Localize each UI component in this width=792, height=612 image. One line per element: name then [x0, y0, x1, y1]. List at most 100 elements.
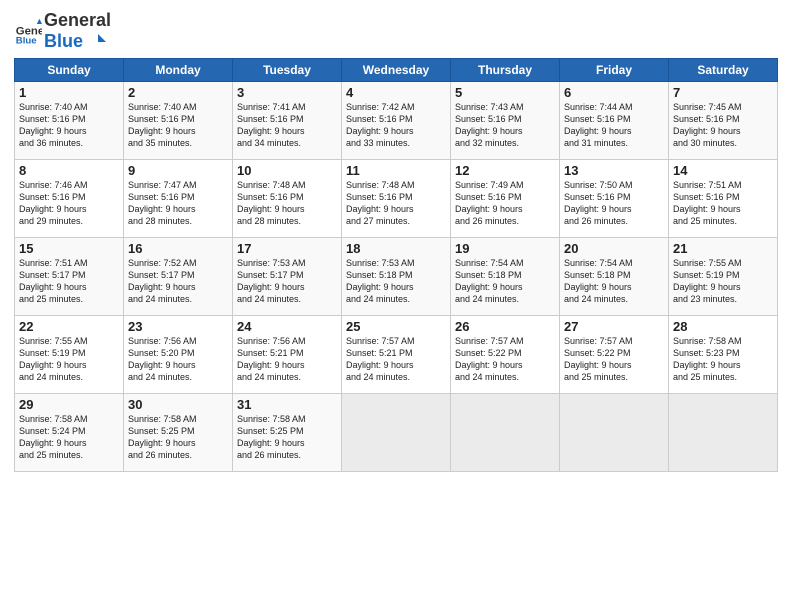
day-info: Sunrise: 7:47 AM Sunset: 5:16 PM Dayligh… — [128, 179, 228, 228]
day-info: Sunrise: 7:53 AM Sunset: 5:17 PM Dayligh… — [237, 257, 337, 306]
day-info: Sunrise: 7:48 AM Sunset: 5:16 PM Dayligh… — [237, 179, 337, 228]
calendar-cell: 30Sunrise: 7:58 AM Sunset: 5:25 PM Dayli… — [124, 394, 233, 472]
calendar-cell: 21Sunrise: 7:55 AM Sunset: 5:19 PM Dayli… — [669, 238, 778, 316]
calendar-cell: 4Sunrise: 7:42 AM Sunset: 5:16 PM Daylig… — [342, 82, 451, 160]
svg-text:Blue: Blue — [16, 35, 37, 45]
day-info: Sunrise: 7:40 AM Sunset: 5:16 PM Dayligh… — [19, 101, 119, 150]
calendar-cell: 7Sunrise: 7:45 AM Sunset: 5:16 PM Daylig… — [669, 82, 778, 160]
day-number: 2 — [128, 85, 228, 100]
day-number: 5 — [455, 85, 555, 100]
calendar-cell: 5Sunrise: 7:43 AM Sunset: 5:16 PM Daylig… — [451, 82, 560, 160]
day-number: 16 — [128, 241, 228, 256]
day-number: 3 — [237, 85, 337, 100]
day-number: 30 — [128, 397, 228, 412]
day-number: 13 — [564, 163, 664, 178]
weekday-header-row: SundayMondayTuesdayWednesdayThursdayFrid… — [15, 59, 778, 82]
day-info: Sunrise: 7:52 AM Sunset: 5:17 PM Dayligh… — [128, 257, 228, 306]
weekday-header-tuesday: Tuesday — [233, 59, 342, 82]
calendar-cell: 27Sunrise: 7:57 AM Sunset: 5:22 PM Dayli… — [560, 316, 669, 394]
day-number: 31 — [237, 397, 337, 412]
calendar-cell: 12Sunrise: 7:49 AM Sunset: 5:16 PM Dayli… — [451, 160, 560, 238]
day-info: Sunrise: 7:54 AM Sunset: 5:18 PM Dayligh… — [455, 257, 555, 306]
day-info: Sunrise: 7:54 AM Sunset: 5:18 PM Dayligh… — [564, 257, 664, 306]
calendar-week-4: 22Sunrise: 7:55 AM Sunset: 5:19 PM Dayli… — [15, 316, 778, 394]
logo-general-text: General — [44, 10, 111, 30]
logo-blue-text: Blue — [44, 31, 83, 51]
calendar-week-5: 29Sunrise: 7:58 AM Sunset: 5:24 PM Dayli… — [15, 394, 778, 472]
day-info: Sunrise: 7:56 AM Sunset: 5:21 PM Dayligh… — [237, 335, 337, 384]
day-number: 14 — [673, 163, 773, 178]
calendar-cell: 11Sunrise: 7:48 AM Sunset: 5:16 PM Dayli… — [342, 160, 451, 238]
calendar-cell: 19Sunrise: 7:54 AM Sunset: 5:18 PM Dayli… — [451, 238, 560, 316]
day-info: Sunrise: 7:55 AM Sunset: 5:19 PM Dayligh… — [673, 257, 773, 306]
calendar-cell: 10Sunrise: 7:48 AM Sunset: 5:16 PM Dayli… — [233, 160, 342, 238]
header-row: General Blue General Blue — [14, 10, 778, 52]
day-number: 26 — [455, 319, 555, 334]
calendar-cell: 28Sunrise: 7:58 AM Sunset: 5:23 PM Dayli… — [669, 316, 778, 394]
weekday-header-saturday: Saturday — [669, 59, 778, 82]
weekday-header-sunday: Sunday — [15, 59, 124, 82]
calendar-cell: 22Sunrise: 7:55 AM Sunset: 5:19 PM Dayli… — [15, 316, 124, 394]
calendar-cell: 24Sunrise: 7:56 AM Sunset: 5:21 PM Dayli… — [233, 316, 342, 394]
weekday-header-friday: Friday — [560, 59, 669, 82]
calendar-cell: 18Sunrise: 7:53 AM Sunset: 5:18 PM Dayli… — [342, 238, 451, 316]
day-info: Sunrise: 7:51 AM Sunset: 5:16 PM Dayligh… — [673, 179, 773, 228]
day-info: Sunrise: 7:58 AM Sunset: 5:25 PM Dayligh… — [128, 413, 228, 462]
day-info: Sunrise: 7:41 AM Sunset: 5:16 PM Dayligh… — [237, 101, 337, 150]
calendar-cell — [451, 394, 560, 472]
day-info: Sunrise: 7:53 AM Sunset: 5:18 PM Dayligh… — [346, 257, 446, 306]
calendar-cell: 15Sunrise: 7:51 AM Sunset: 5:17 PM Dayli… — [15, 238, 124, 316]
day-number: 23 — [128, 319, 228, 334]
day-number: 27 — [564, 319, 664, 334]
day-info: Sunrise: 7:42 AM Sunset: 5:16 PM Dayligh… — [346, 101, 446, 150]
calendar-cell: 1Sunrise: 7:40 AM Sunset: 5:16 PM Daylig… — [15, 82, 124, 160]
day-number: 15 — [19, 241, 119, 256]
weekday-header-monday: Monday — [124, 59, 233, 82]
day-number: 1 — [19, 85, 119, 100]
day-info: Sunrise: 7:56 AM Sunset: 5:20 PM Dayligh… — [128, 335, 228, 384]
day-info: Sunrise: 7:49 AM Sunset: 5:16 PM Dayligh… — [455, 179, 555, 228]
day-number: 25 — [346, 319, 446, 334]
day-info: Sunrise: 7:45 AM Sunset: 5:16 PM Dayligh… — [673, 101, 773, 150]
calendar-cell: 16Sunrise: 7:52 AM Sunset: 5:17 PM Dayli… — [124, 238, 233, 316]
calendar-cell: 20Sunrise: 7:54 AM Sunset: 5:18 PM Dayli… — [560, 238, 669, 316]
day-number: 17 — [237, 241, 337, 256]
day-number: 10 — [237, 163, 337, 178]
calendar-cell: 31Sunrise: 7:58 AM Sunset: 5:25 PM Dayli… — [233, 394, 342, 472]
logo: General Blue General Blue — [14, 10, 111, 52]
calendar-cell: 25Sunrise: 7:57 AM Sunset: 5:21 PM Dayli… — [342, 316, 451, 394]
day-info: Sunrise: 7:43 AM Sunset: 5:16 PM Dayligh… — [455, 101, 555, 150]
logo-icon: General Blue — [14, 17, 42, 45]
calendar-week-2: 8Sunrise: 7:46 AM Sunset: 5:16 PM Daylig… — [15, 160, 778, 238]
day-info: Sunrise: 7:55 AM Sunset: 5:19 PM Dayligh… — [19, 335, 119, 384]
day-number: 18 — [346, 241, 446, 256]
day-number: 6 — [564, 85, 664, 100]
day-number: 21 — [673, 241, 773, 256]
calendar-cell — [342, 394, 451, 472]
calendar-cell: 13Sunrise: 7:50 AM Sunset: 5:16 PM Dayli… — [560, 160, 669, 238]
calendar-cell: 9Sunrise: 7:47 AM Sunset: 5:16 PM Daylig… — [124, 160, 233, 238]
weekday-header-thursday: Thursday — [451, 59, 560, 82]
calendar-cell: 3Sunrise: 7:41 AM Sunset: 5:16 PM Daylig… — [233, 82, 342, 160]
calendar-cell: 29Sunrise: 7:58 AM Sunset: 5:24 PM Dayli… — [15, 394, 124, 472]
calendar-cell: 23Sunrise: 7:56 AM Sunset: 5:20 PM Dayli… — [124, 316, 233, 394]
calendar-cell: 6Sunrise: 7:44 AM Sunset: 5:16 PM Daylig… — [560, 82, 669, 160]
day-info: Sunrise: 7:44 AM Sunset: 5:16 PM Dayligh… — [564, 101, 664, 150]
day-number: 7 — [673, 85, 773, 100]
calendar-cell: 2Sunrise: 7:40 AM Sunset: 5:16 PM Daylig… — [124, 82, 233, 160]
day-number: 19 — [455, 241, 555, 256]
weekday-header-wednesday: Wednesday — [342, 59, 451, 82]
calendar-cell: 17Sunrise: 7:53 AM Sunset: 5:17 PM Dayli… — [233, 238, 342, 316]
page-container: General Blue General Blue SundayMondayTu… — [0, 0, 792, 480]
day-number: 8 — [19, 163, 119, 178]
day-info: Sunrise: 7:57 AM Sunset: 5:22 PM Dayligh… — [455, 335, 555, 384]
calendar-table: SundayMondayTuesdayWednesdayThursdayFrid… — [14, 58, 778, 472]
day-info: Sunrise: 7:58 AM Sunset: 5:25 PM Dayligh… — [237, 413, 337, 462]
day-number: 9 — [128, 163, 228, 178]
day-number: 22 — [19, 319, 119, 334]
logo-flag-icon — [90, 34, 106, 50]
day-number: 12 — [455, 163, 555, 178]
day-info: Sunrise: 7:58 AM Sunset: 5:24 PM Dayligh… — [19, 413, 119, 462]
day-info: Sunrise: 7:40 AM Sunset: 5:16 PM Dayligh… — [128, 101, 228, 150]
calendar-week-1: 1Sunrise: 7:40 AM Sunset: 5:16 PM Daylig… — [15, 82, 778, 160]
